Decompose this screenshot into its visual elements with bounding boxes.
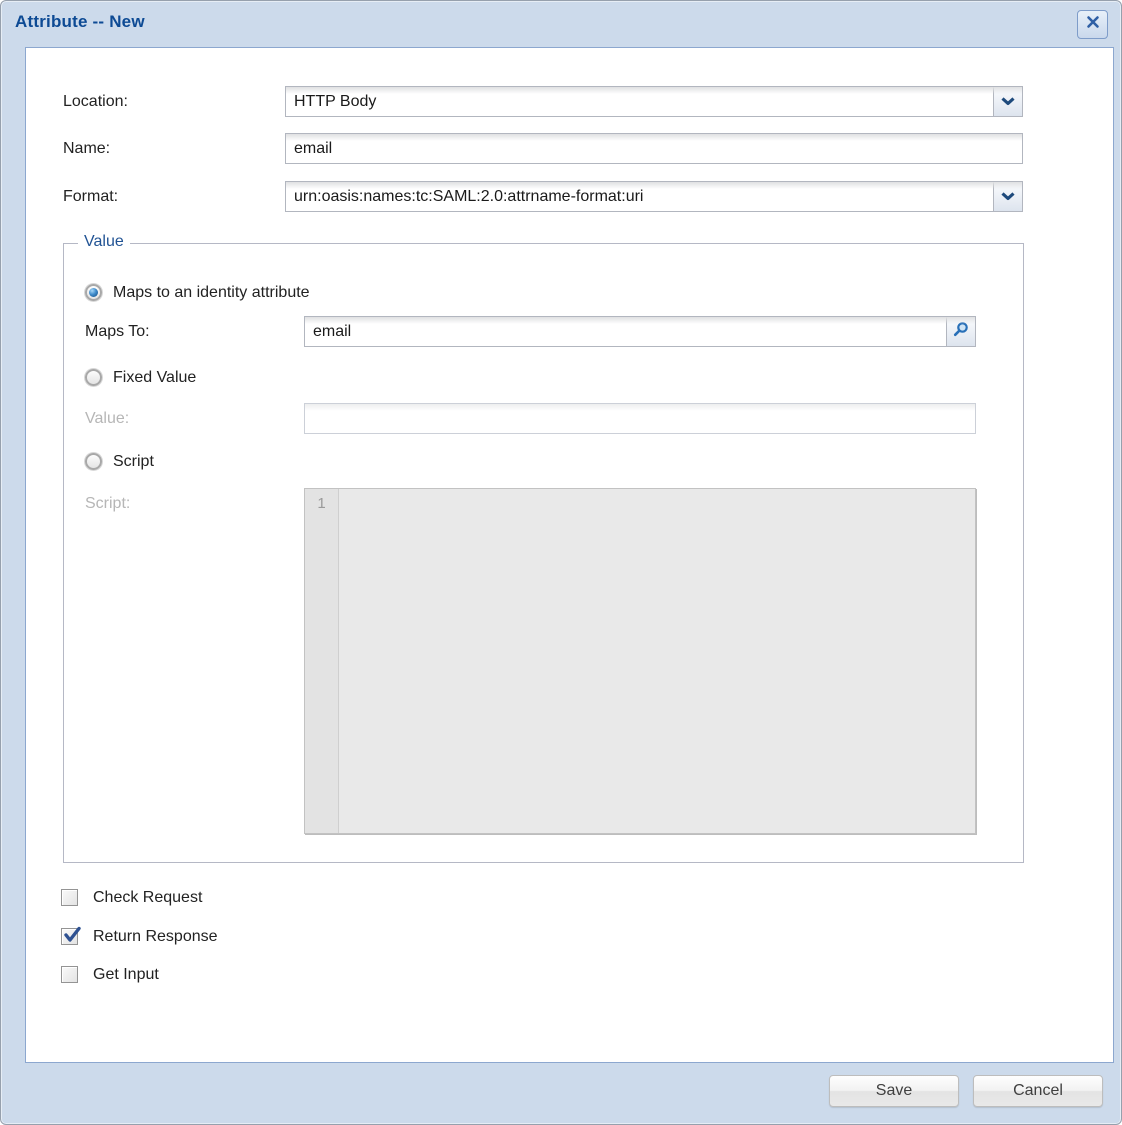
value-fieldset-legend: Value — [78, 233, 130, 251]
close-icon — [1086, 15, 1100, 34]
save-button[interactable]: Save — [829, 1075, 959, 1107]
search-icon — [953, 321, 969, 342]
fixed-value-radio-label: Fixed Value — [113, 367, 196, 389]
maps-to-search-trigger[interactable] — [946, 317, 975, 346]
format-label: Format: — [63, 181, 118, 212]
location-input[interactable] — [286, 87, 993, 116]
cancel-button[interactable]: Cancel — [973, 1075, 1103, 1107]
name-field[interactable] — [285, 133, 1023, 164]
script-code-editor[interactable]: 1 — [304, 488, 976, 834]
return-response-checkbox[interactable] — [61, 928, 78, 945]
maps-to-identity-radio-label: Maps to an identity attribute — [113, 282, 310, 304]
get-input-checkbox[interactable] — [61, 966, 78, 983]
location-combobox[interactable] — [285, 86, 1023, 117]
line-number: 1 — [317, 495, 325, 512]
editor-line-number-gutter: 1 — [305, 489, 339, 833]
fixed-value-label: Value: — [85, 403, 129, 434]
name-input[interactable] — [286, 134, 1022, 163]
screenshot-stage: Attribute -- New Location: — [0, 0, 1122, 1125]
get-input-label: Get Input — [93, 965, 159, 985]
chevron-down-icon — [1001, 188, 1015, 206]
script-radio-label: Script — [113, 451, 154, 473]
maps-to-identity-radio[interactable] — [85, 284, 102, 301]
attribute-dialog-window: Attribute -- New Location: — [0, 0, 1122, 1125]
fixed-value-field[interactable] — [304, 403, 976, 434]
location-label: Location: — [63, 86, 128, 117]
location-dropdown-trigger[interactable] — [993, 87, 1022, 116]
return-response-label: Return Response — [93, 927, 218, 947]
format-input[interactable] — [286, 182, 993, 211]
format-dropdown-trigger[interactable] — [993, 182, 1022, 211]
name-label: Name: — [63, 133, 110, 164]
maps-to-input[interactable] — [305, 317, 946, 346]
fixed-value-radio[interactable] — [85, 369, 102, 386]
format-combobox[interactable] — [285, 181, 1023, 212]
dialog-titlebar[interactable]: Attribute -- New — [1, 1, 1121, 47]
maps-to-picker-field[interactable] — [304, 316, 976, 347]
close-button[interactable] — [1077, 10, 1108, 39]
maps-to-label: Maps To: — [85, 316, 150, 347]
editor-content-area[interactable] — [339, 489, 975, 833]
script-radio[interactable] — [85, 453, 102, 470]
check-request-label: Check Request — [93, 888, 202, 908]
chevron-down-icon — [1001, 93, 1015, 111]
fixed-value-input[interactable] — [305, 404, 975, 433]
dialog-title: Attribute -- New — [15, 12, 145, 32]
script-label: Script: — [85, 488, 130, 519]
check-request-checkbox[interactable] — [61, 889, 78, 906]
